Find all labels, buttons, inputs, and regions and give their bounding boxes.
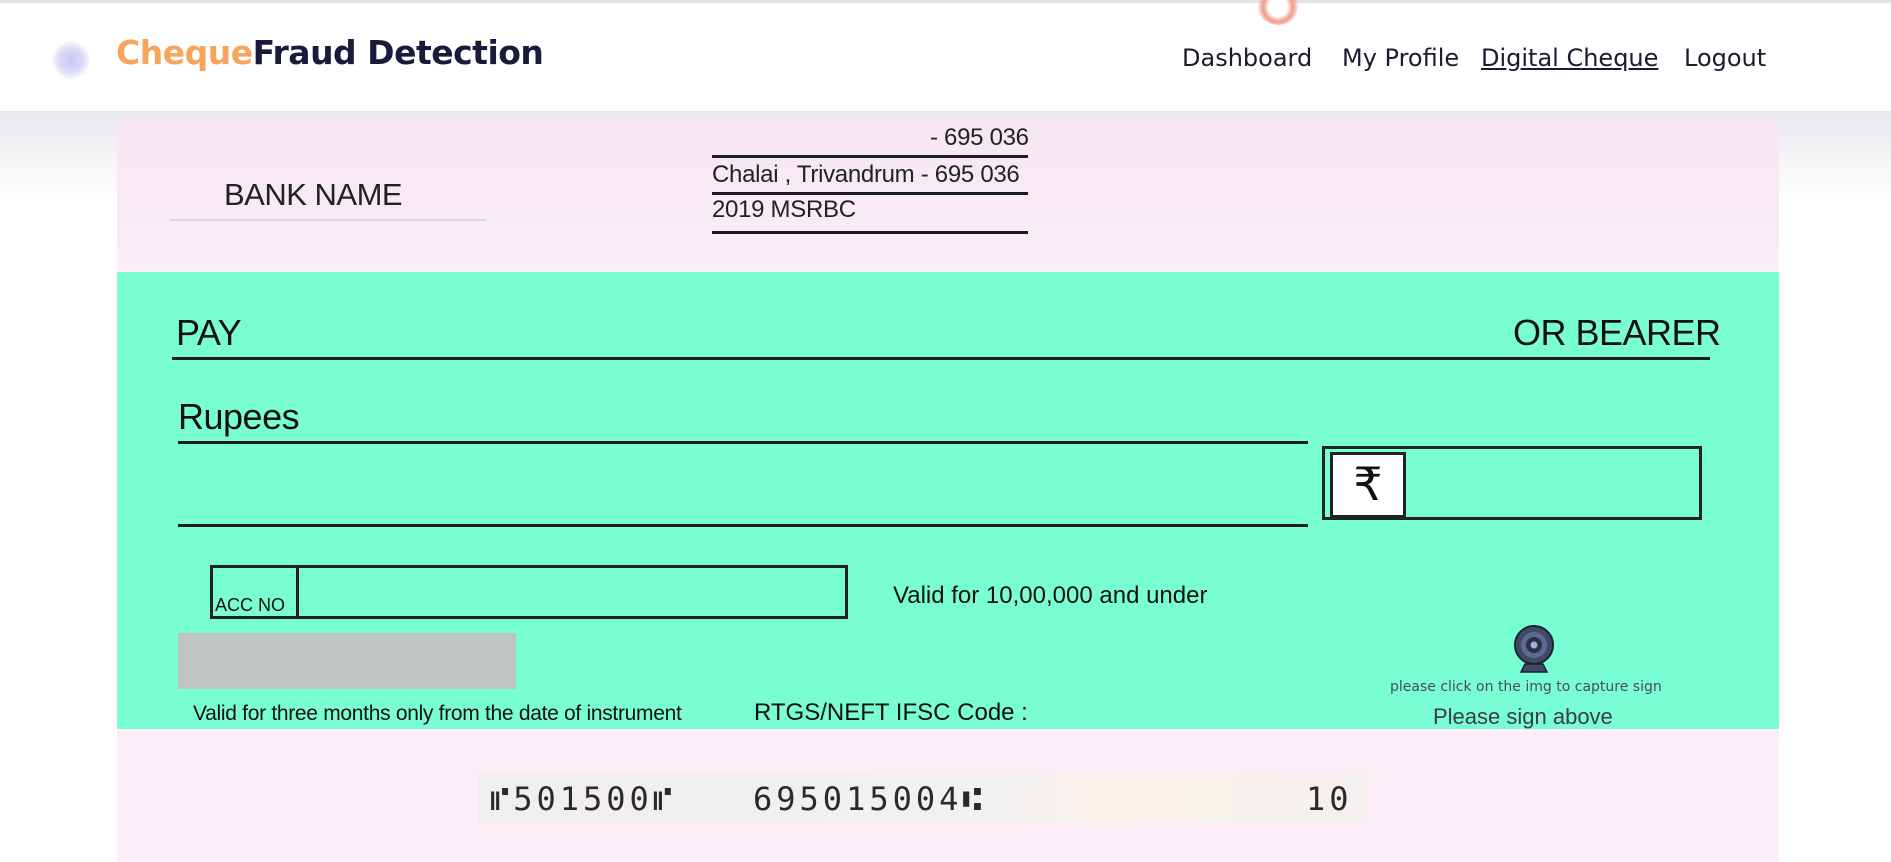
micr-transaction-code: 10 — [1306, 780, 1353, 818]
capture-sign-hint: please click on the img to capture sign — [1390, 679, 1662, 695]
micr-cheque-number: ⑈501500⑈ — [490, 780, 676, 818]
rupee-symbol-icon: ₹ — [1330, 452, 1406, 518]
brand-part-cheque: Cheque — [116, 33, 253, 72]
valid-amount-note: Valid for 10,00,000 and under — [893, 582, 1208, 609]
micr-routing-number: 695015004⑆ — [753, 780, 986, 818]
pay-label: PAY — [176, 312, 242, 353]
brand-part-fraud-detection: Fraud Detection — [252, 33, 544, 72]
acc-no-divider — [296, 565, 299, 619]
rupees-label: Rupees — [178, 396, 300, 437]
webcam-icon[interactable] — [1511, 624, 1557, 674]
nav-logout[interactable]: Logout — [1684, 44, 1766, 72]
acc-no-label: ACC NO — [215, 595, 286, 615]
validity-note: Valid for three months only from the dat… — [193, 702, 682, 725]
digital-cheque: BANK NAME - 695 036 Chalai , Trivandrum … — [117, 117, 1779, 862]
bearer-label: OR BEARER — [1513, 312, 1721, 353]
address-line-3: 2019 MSRBC — [712, 196, 856, 223]
date-field[interactable] — [178, 633, 516, 689]
payee-line[interactable] — [172, 357, 1710, 360]
nav-my-profile[interactable]: My Profile — [1342, 44, 1459, 72]
logo-icon — [52, 41, 90, 79]
sign-above-label: Please sign above — [1433, 704, 1613, 729]
account-number-field[interactable] — [210, 565, 848, 619]
nav-digital-cheque[interactable]: Digital Cheque — [1481, 44, 1658, 72]
amount-words-line-2[interactable] — [178, 524, 1308, 527]
address-rule-3 — [712, 231, 1028, 234]
top-navbar: ChequeFraud Detection Dashboard My Profi… — [0, 0, 1891, 111]
address-rule-1 — [712, 155, 1028, 158]
brand-logo[interactable]: ChequeFraud Detection — [116, 33, 544, 72]
decorative-blob — [1258, 0, 1298, 25]
amount-words-line-1[interactable] — [178, 441, 1308, 444]
address-line-2: Chalai , Trivandrum - 695 036 — [712, 161, 1020, 188]
bank-name: BANK NAME — [224, 177, 403, 212]
cheque-body: PAY OR BEARER Rupees ₹ ACC NO Valid for … — [117, 272, 1779, 729]
ifsc-code-label: RTGS/NEFT IFSC Code : — [754, 699, 1028, 726]
nav-dashboard[interactable]: Dashboard — [1182, 44, 1312, 72]
address-rule-2 — [712, 192, 1028, 195]
bank-name-underline — [170, 219, 486, 221]
address-line-1: - 695 036 — [930, 124, 1029, 151]
